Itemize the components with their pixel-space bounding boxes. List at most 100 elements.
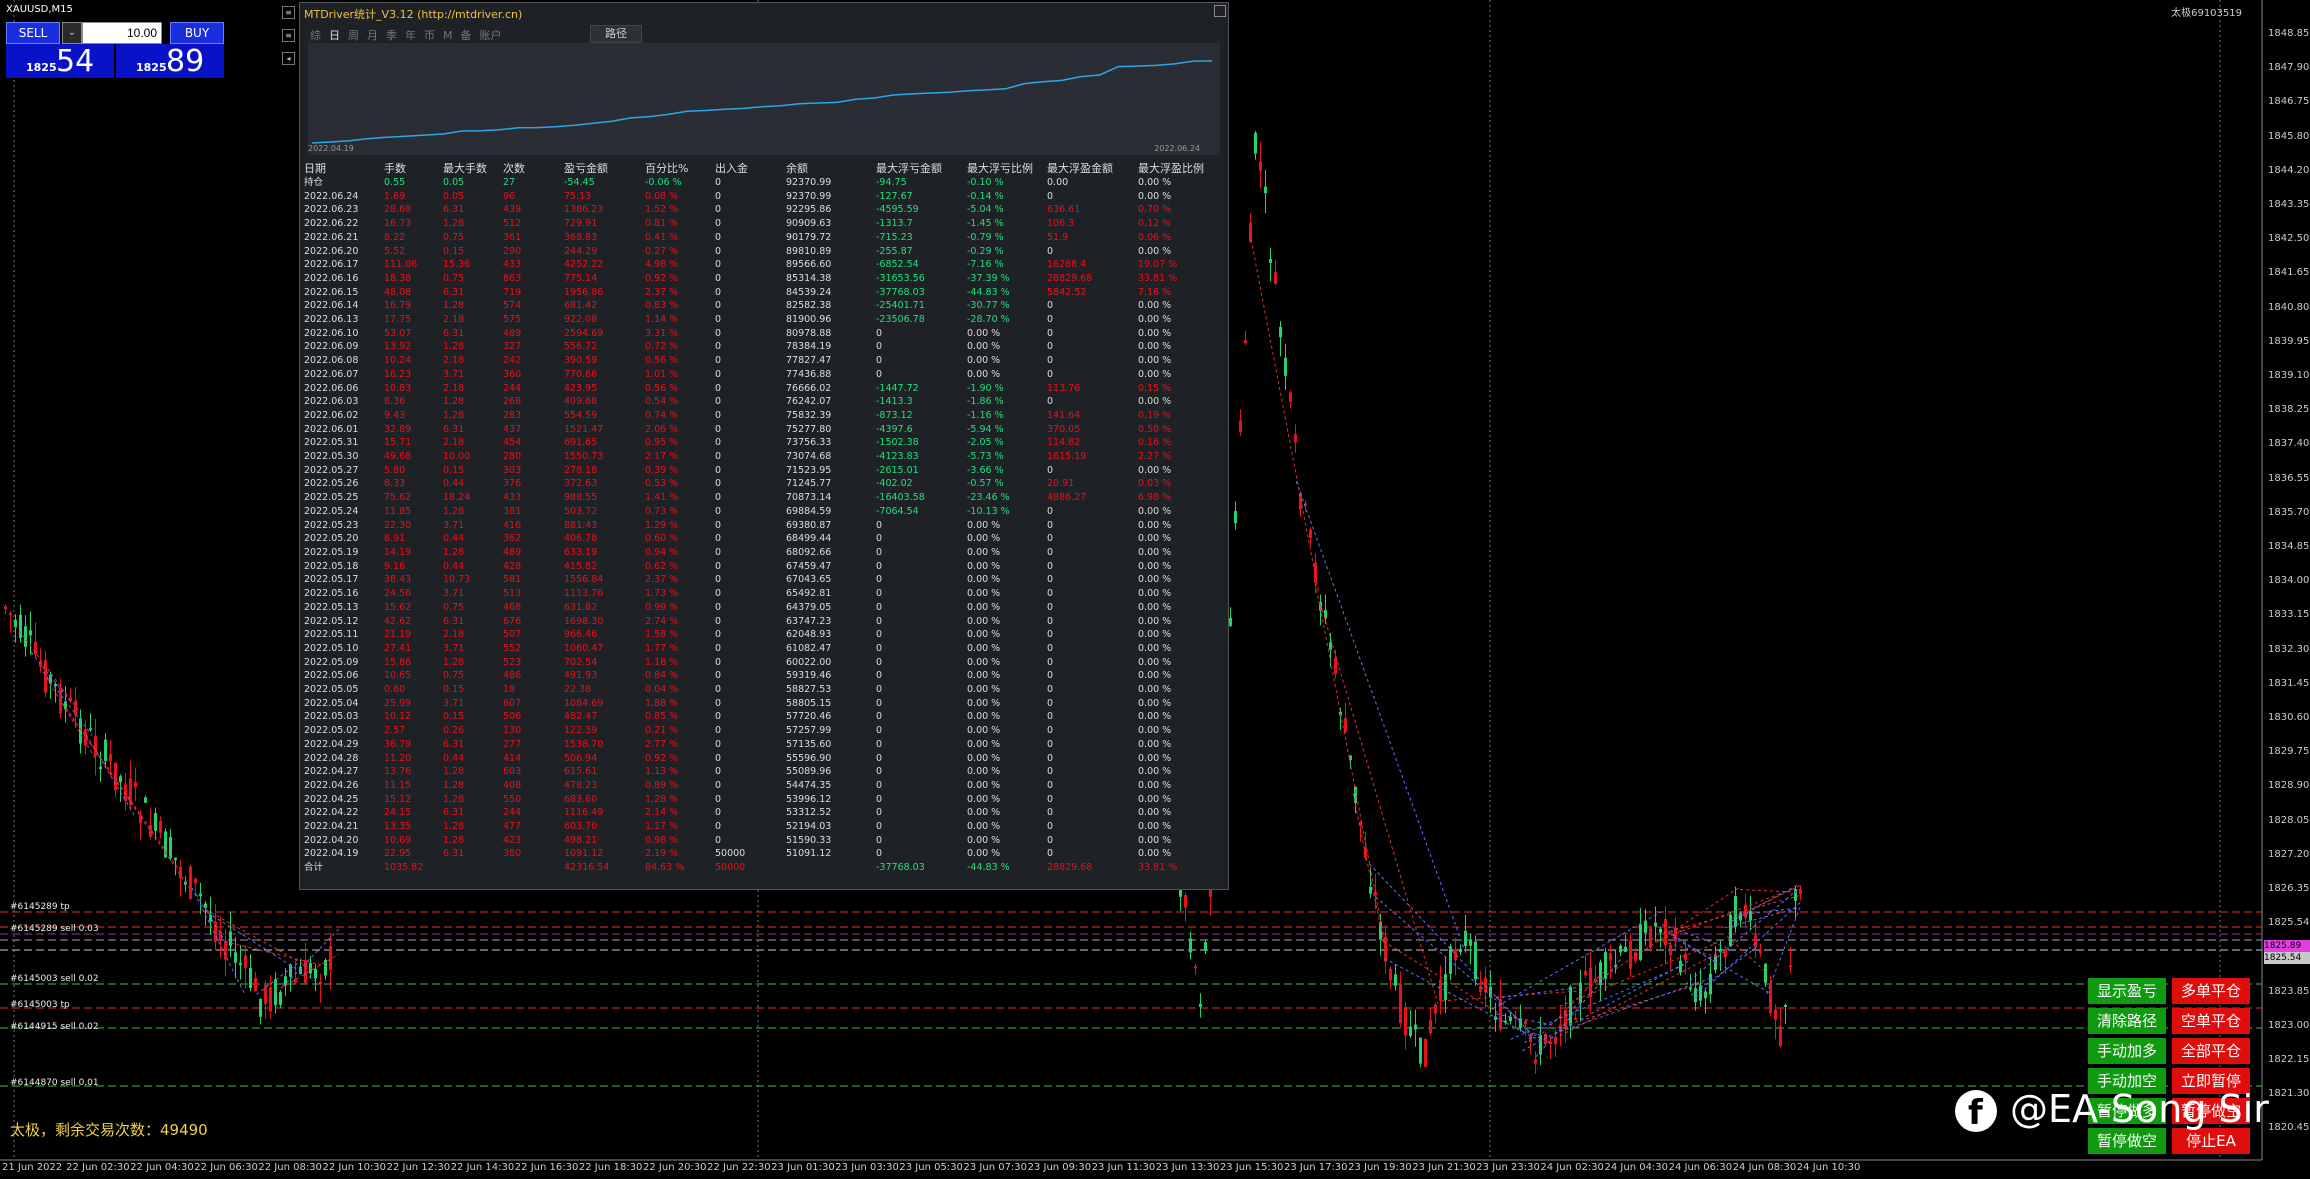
table-row: 2022.05.05 0.60 0.15 18 22.38 0.04 % 0 58827.53… [304, 683, 1208, 697]
table-cell: 1.58 % [645, 629, 679, 641]
table-cell: 50000 [715, 862, 746, 874]
table-cell: 1.28 [443, 218, 465, 230]
table-cell: -25401.71 [876, 300, 925, 312]
tab-6[interactable]: 币 [424, 29, 435, 42]
table-cell: 0.00 % [1138, 396, 1172, 408]
table-cell: 54474.35 [786, 779, 832, 791]
table-cell: 0 [715, 766, 722, 778]
table-cell: 90909.63 [786, 218, 832, 230]
table-row: 2022.06.17 111.06 15.36 433 4252.22 4.98 % 0 89… [304, 258, 1208, 272]
ea-button[interactable]: 全部平仓 [2172, 1038, 2250, 1064]
table-cell: 2.57 [384, 725, 406, 737]
table-cell: 376 [503, 478, 522, 490]
table-cell: -4595.59 [876, 204, 919, 216]
table-cell: 1538.70 [564, 738, 604, 750]
candle-body [1389, 968, 1392, 981]
time-tick-label: 22 Jun 16:30 [514, 1162, 579, 1173]
candle-body [1414, 1024, 1417, 1030]
table-cell: 6.31 [443, 738, 465, 750]
table-cell: 1116.49 [564, 807, 604, 819]
table-row: 2022.06.01 32.89 6.31 437 1521.47 2.06 % 0 7527… [304, 423, 1208, 437]
ea-button[interactable]: 空单平仓 [2172, 1008, 2250, 1034]
path-button[interactable]: 路径 [590, 25, 642, 43]
table-cell: 0 [1047, 656, 1054, 668]
close-icon[interactable] [1214, 5, 1226, 17]
table-cell: 0.92 % [645, 272, 679, 284]
buy-button[interactable]: BUY [170, 22, 224, 44]
table-cell: 0 [1047, 505, 1054, 517]
candle-body [1704, 991, 1707, 999]
bid-price-box[interactable]: 1825 54 [6, 44, 114, 79]
table-cell: 2.18 [443, 314, 465, 326]
tab-9[interactable]: 账户 [480, 29, 502, 42]
table-cell: 0.00 % [1138, 752, 1172, 764]
table-cell: 0.00 % [1138, 684, 1172, 696]
table-cell: 75277.80 [786, 423, 832, 435]
table-cell: -0.57 % [967, 478, 1004, 490]
table-cell: 0 [715, 245, 722, 257]
tab-4[interactable]: 季 [386, 29, 397, 42]
price-tick-label: 1829.75 [2268, 746, 2310, 758]
table-cell: 0 [876, 519, 883, 531]
table-cell: 0.00 % [1138, 834, 1172, 846]
candle-body [1464, 930, 1467, 946]
table-cell: 290 [503, 245, 522, 257]
table-cell: -10.13 % [967, 505, 1010, 517]
table-cell: 491.93 [564, 670, 598, 682]
price-tick-label: 1834.00 [2268, 575, 2310, 587]
ea-button[interactable]: 清除路径 [2088, 1008, 2166, 1034]
sell-button[interactable]: SELL [6, 22, 60, 44]
symbol-label: XAUUSD,M15 [6, 4, 73, 15]
time-tick-label: 23 Jun 15:30 [1219, 1162, 1284, 1173]
table-row: 2022.05.23 22.30 3.71 416 881.43 1.29 % 0 69380… [304, 519, 1208, 533]
ea-button[interactable]: 手动加多 [2088, 1038, 2166, 1064]
ea-button[interactable]: 多单平仓 [2172, 978, 2250, 1004]
table-row: 2022.04.28 11.20 0.44 414 506.94 0.92 % 0 55596… [304, 752, 1208, 766]
lot-input[interactable] [82, 22, 162, 44]
table-cell: 0.04 % [645, 684, 679, 696]
table-row: 合计 1035.82 42316.54 84.63 % 50000 -37768.03 -4… [304, 861, 1208, 875]
table-cell: 0 [715, 368, 722, 380]
table-cell: 0.44 [443, 533, 465, 545]
table-cell: 2022.06.15 [304, 286, 359, 298]
price-tick-label: 1847.90 [2268, 62, 2310, 74]
candle-body [1509, 1016, 1512, 1022]
panel-title: MTDriver统计_V3.12 (http://mtdriver.cn) [304, 8, 523, 21]
list-icon[interactable]: ≡ [282, 29, 295, 42]
table-cell: 2.77 % [645, 738, 679, 750]
lot-dropdown-icon[interactable]: ⌄ [62, 22, 82, 44]
table-cell: 5842.52 [1047, 286, 1087, 298]
table-cell: 0.00 % [1138, 300, 1172, 312]
candle-body [189, 866, 192, 899]
table-cell: -5.04 % [967, 204, 1004, 216]
candle-body [1754, 935, 1757, 948]
table-cell: 18 [503, 684, 516, 696]
tab-0[interactable]: 综 [310, 29, 321, 42]
table-cell: 0 [715, 464, 722, 476]
tab-3[interactable]: 月 [367, 29, 378, 42]
table-cell: 0 [715, 437, 722, 449]
table-cell: 486 [503, 670, 522, 682]
ea-button[interactable]: 停止EA [2172, 1128, 2250, 1154]
candle-body [1279, 326, 1282, 338]
candle-body [1294, 434, 1297, 443]
grid-icon[interactable]: ≡ [282, 6, 295, 19]
table-cell: 78384.19 [786, 341, 832, 353]
table-cell: 80978.88 [786, 327, 832, 339]
tab-5[interactable]: 年 [405, 29, 416, 42]
tab-8[interactable]: 备 [461, 29, 472, 42]
table-cell: 89566.60 [786, 259, 832, 271]
tab-7[interactable]: M [443, 29, 453, 42]
tab-1[interactable]: 日 [329, 29, 340, 42]
tab-2[interactable]: 周 [348, 29, 359, 42]
ea-button[interactable]: 暂停做空 [2088, 1128, 2166, 1154]
table-row: 2022.06.24 1.69 0.05 96 75.13 0.08 % 0 92370.99… [304, 190, 1208, 204]
table-cell: 0.89 % [645, 779, 679, 791]
table-cell: 2.18 [443, 382, 465, 394]
table-cell: 922.08 [564, 314, 598, 326]
ask-price-box[interactable]: 1825 89 [116, 44, 224, 79]
collapse-icon[interactable]: ◂ [282, 52, 295, 65]
ea-button[interactable]: 显示盈亏 [2088, 978, 2166, 1004]
candle-body [214, 921, 217, 943]
table-cell: 73756.33 [786, 437, 832, 449]
